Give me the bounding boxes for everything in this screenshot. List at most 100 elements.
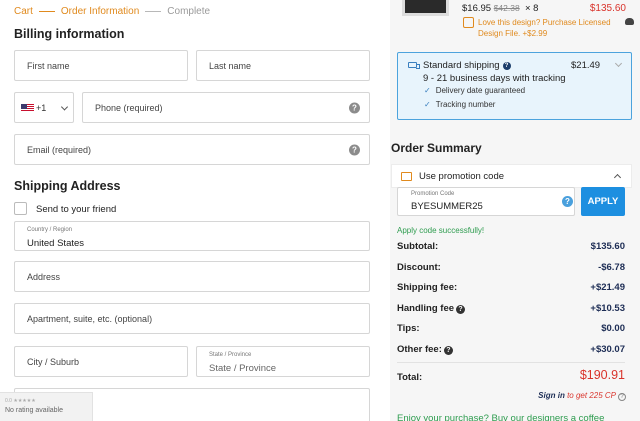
send-to-friend-label: Send to your friend xyxy=(36,204,117,215)
shipping-fee-value: +$21.49 xyxy=(590,282,625,293)
promo-success-message: Apply code successfully! xyxy=(397,226,485,235)
question-icon[interactable]: ? xyxy=(349,144,360,155)
breadcrumb-divider xyxy=(145,11,162,12)
state-province-placeholder: State / Province xyxy=(209,363,277,374)
shipping-address-title: Shipping Address xyxy=(14,179,121,193)
billing-title: Billing information xyxy=(14,27,125,41)
shipping-method-option[interactable]: Standard shipping? $21.49 9 - 21 busines… xyxy=(397,52,632,120)
question-icon[interactable]: ? xyxy=(618,393,626,401)
rating-badge[interactable]: 0.0 ★★★★★ No rating available xyxy=(0,392,93,421)
product-thumbnail[interactable] xyxy=(402,0,449,16)
last-name-field[interactable]: Last name xyxy=(196,50,370,81)
country-code-select[interactable]: +1 xyxy=(14,92,74,123)
check-icon: ✓ xyxy=(424,86,431,95)
item-quantity: × 8 xyxy=(524,3,539,14)
phone-field[interactable]: Phone (required) ? xyxy=(82,92,370,123)
breadcrumb-cart-link[interactable]: Cart xyxy=(14,6,33,17)
order-sidebar: $16.95 $42.38 × 8 $135.60 Love this desi… xyxy=(390,0,640,421)
summary-row-handling: Handling fee? +$10.53 xyxy=(397,303,625,315)
shipping-fee-label: Shipping fee: xyxy=(397,282,458,293)
subtotal-value: $135.60 xyxy=(590,241,625,252)
check-icon: ✓ xyxy=(424,100,431,109)
question-icon[interactable]: ? xyxy=(443,346,453,355)
designer-coffee-text[interactable]: Enjoy your purchase? Buy our designers a… xyxy=(397,413,604,421)
promo-code-input[interactable]: Promotion Code BYESUMMER25 ? xyxy=(397,187,575,216)
checkout-form: Cart Order Information Complete Billing … xyxy=(0,0,385,421)
apartment-field[interactable]: Apartment, suite, etc. (optional) xyxy=(14,303,370,334)
tips-value: $0.00 xyxy=(601,323,625,334)
promo-field-label: Promotion Code xyxy=(411,191,455,197)
design-license-checkbox[interactable] xyxy=(463,17,474,28)
design-license-text: Love this design? Purchase Licensed Desi… xyxy=(478,18,611,38)
country-region-value: United States xyxy=(27,238,85,249)
question-icon[interactable]: ? xyxy=(502,62,511,70)
signin-link[interactable]: Sign in xyxy=(538,391,565,400)
chevron-up-icon xyxy=(613,173,622,182)
shipping-feature-text: Delivery date guaranteed xyxy=(435,86,526,95)
shipping-method-price: $21.49 xyxy=(571,60,601,71)
city-field[interactable]: City / Suburb xyxy=(14,346,188,377)
shipping-feature: ✓ Tracking number xyxy=(424,100,495,109)
send-to-friend-checkbox[interactable] xyxy=(14,202,27,215)
line-total: $135.60 xyxy=(589,3,626,14)
cart-item-price-line: $16.95 $42.38 × 8 xyxy=(462,3,538,14)
breadcrumb-divider xyxy=(38,11,55,12)
shipping-method-title: Standard shipping? xyxy=(423,60,511,71)
subtotal-label: Subtotal: xyxy=(397,241,439,252)
state-province-label: State / Province xyxy=(209,352,252,358)
promo-toggle-label: Use promotion code xyxy=(419,171,505,182)
summary-row-shipping: Shipping fee: +$21.49 xyxy=(397,282,625,294)
state-province-field[interactable]: State / Province State / Province xyxy=(196,346,370,377)
first-name-placeholder: First name xyxy=(27,60,70,71)
us-flag-icon xyxy=(21,103,34,112)
first-name-field[interactable]: First name xyxy=(14,50,188,81)
shipping-feature: ✓ Delivery date guaranteed xyxy=(424,86,525,95)
question-icon[interactable]: ? xyxy=(562,196,573,207)
handling-fee-value: +$10.53 xyxy=(590,303,625,314)
order-summary-title: Order Summary xyxy=(391,141,482,155)
rating-text: No rating available xyxy=(5,407,63,414)
address-placeholder: Address xyxy=(27,271,61,282)
breadcrumb: Cart Order Information Complete xyxy=(14,6,210,17)
last-name-placeholder: Last name xyxy=(209,60,252,71)
signin-reward-line: Sign in to get 225 CP? xyxy=(538,391,626,401)
rating-stars: 0.0 ★★★★★ xyxy=(5,398,36,404)
truck-icon xyxy=(408,62,420,69)
promo-code-toggle[interactable]: Use promotion code xyxy=(391,164,632,188)
chevron-down-icon xyxy=(614,59,623,68)
breadcrumb-order-information: Order Information xyxy=(60,6,140,17)
address-field[interactable]: Address xyxy=(14,261,370,292)
summary-row-tips: Tips: $0.00 xyxy=(397,323,625,335)
cloud-download-icon[interactable] xyxy=(625,18,634,25)
total-divider xyxy=(397,362,625,363)
total-value: $190.91 xyxy=(579,368,625,382)
handling-fee-text: Handling fee xyxy=(397,303,455,314)
country-code-value: +1 xyxy=(36,102,47,113)
country-region-label: Country / Region xyxy=(27,227,73,233)
email-field[interactable]: Email (required) ? xyxy=(14,134,370,165)
summary-row-other: Other fee:? +$30.07 xyxy=(397,344,625,356)
question-icon[interactable]: ? xyxy=(349,102,360,113)
shipping-delivery-time: 9 - 21 business days with tracking xyxy=(423,73,566,84)
total-label: Total: xyxy=(397,372,423,383)
apartment-placeholder: Apartment, suite, etc. (optional) xyxy=(27,313,153,324)
other-fee-value: +$30.07 xyxy=(590,344,625,355)
discount-value: -$6.78 xyxy=(598,262,625,273)
tips-label: Tips: xyxy=(397,323,420,334)
chevron-down-icon xyxy=(60,102,69,111)
summary-row-subtotal: Subtotal: $135.60 xyxy=(397,241,625,253)
summary-row-discount: Discount: -$6.78 xyxy=(397,262,625,274)
coupon-icon xyxy=(401,172,412,181)
handling-fee-label: Handling fee? xyxy=(397,303,466,314)
phone-placeholder: Phone (required) xyxy=(95,102,163,113)
apply-button[interactable]: APPLY xyxy=(581,187,625,216)
country-region-select[interactable]: Country / Region United States xyxy=(14,221,370,251)
question-icon[interactable]: ? xyxy=(456,305,466,314)
discount-label: Discount: xyxy=(397,262,441,273)
city-placeholder: City / Suburb xyxy=(27,356,80,367)
other-fee-label: Other fee:? xyxy=(397,344,453,355)
promo-code-value: BYESUMMER25 xyxy=(411,201,483,212)
other-fee-text: Other fee: xyxy=(397,344,442,355)
original-price: $42.38 xyxy=(493,3,520,13)
shipping-feature-text: Tracking number xyxy=(435,100,496,109)
